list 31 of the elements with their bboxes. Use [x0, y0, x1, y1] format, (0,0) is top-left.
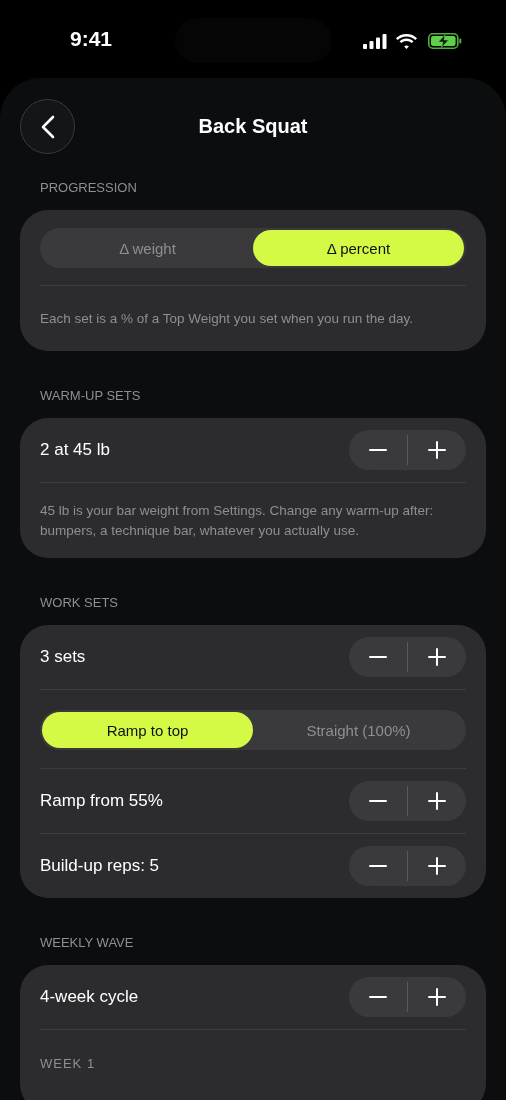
minus-icon	[369, 865, 387, 867]
chevron-left-icon	[40, 114, 55, 139]
minus-icon	[369, 449, 387, 451]
week-label: WEEK 1	[40, 1056, 97, 1072]
status-time: 9:41	[70, 27, 113, 51]
setting-label: 2 at 45 lb	[40, 440, 110, 460]
plus-icon	[428, 648, 446, 666]
battery-charging-icon	[428, 33, 462, 49]
segment-option[interactable]: Straight (100%)	[253, 712, 464, 748]
minus-icon	[369, 656, 387, 658]
setting-label: 4-week cycle	[40, 987, 139, 1007]
minus-icon	[369, 800, 387, 802]
segment-option[interactable]: Δ percent	[253, 230, 464, 266]
plus-icon	[428, 441, 446, 459]
help-text: Each set is a % of a Top Weight you set when you run the day.	[40, 310, 414, 328]
section-label: WORK SETS	[39, 595, 119, 611]
plus-icon	[428, 792, 446, 810]
section-label: WEEKLY WAVE	[39, 935, 135, 951]
segment-option[interactable]: Ramp to top	[42, 712, 253, 748]
section-label: WARM-UP SETS	[39, 388, 142, 404]
minus-icon	[369, 996, 387, 998]
setting-label: Ramp from 55%	[40, 791, 163, 811]
section-label: PROGRESSION	[39, 180, 138, 196]
wifi-icon	[396, 33, 417, 49]
setting-label: Build-up reps: 5	[40, 856, 160, 876]
plus-icon	[428, 857, 446, 875]
plus-icon	[428, 988, 446, 1006]
signal-icon	[363, 33, 387, 49]
help-text: 45 lb is your bar weight from Settings. Change any warm-up after: bumpers, a technique bar, whatever you actually use.	[40, 502, 435, 540]
screen-title: Back Squat	[198, 115, 308, 138]
setting-label: 3 sets	[40, 647, 86, 667]
